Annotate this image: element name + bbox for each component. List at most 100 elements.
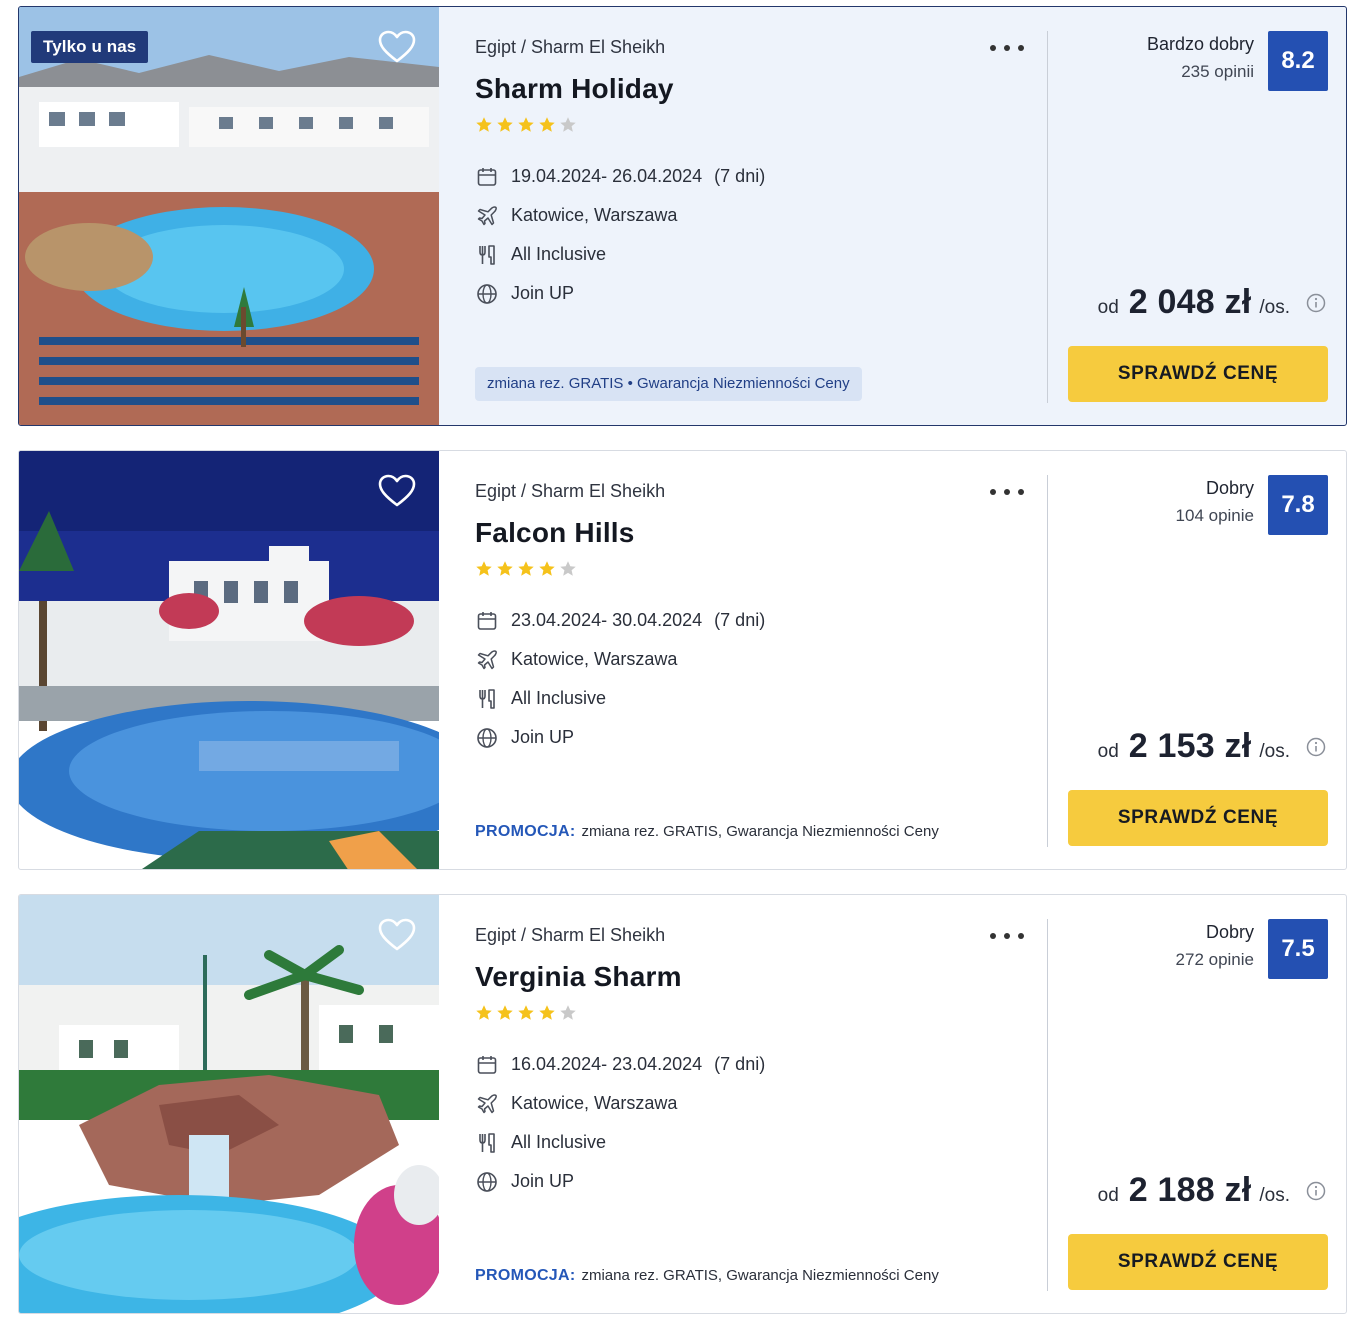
globe-icon [477, 1171, 497, 1192]
offer-duration: (7 dni) [714, 1054, 766, 1074]
promo-label: PROMOCJA: [475, 823, 576, 840]
check-price-button[interactable]: SPRAWDŹ CENĘ [1068, 790, 1328, 846]
rating-score: 7.5 [1268, 919, 1328, 979]
offer-card[interactable]: Tylko u nas Egipt / Sharm El Sheikh Shar… [18, 6, 1347, 426]
info-circle-icon[interactable] [1306, 293, 1326, 313]
offer-card[interactable]: Egipt / Sharm El Sheikh Falcon Hills 23.… [18, 450, 1347, 870]
hotel-stars [475, 560, 577, 578]
hotel-stars [475, 1004, 577, 1022]
price-unit: /os. [1259, 741, 1290, 762]
operator-row: Join UP [475, 274, 765, 313]
dates-row: 19.04.2024- 26.04.2024 (7 dni) [475, 157, 765, 196]
star-icon [518, 561, 534, 576]
check-price-button[interactable]: SPRAWDŹ CENĘ [1068, 1234, 1328, 1290]
promo-text: zmiana rez. GRATIS, Gwarancja Niezmienno… [581, 1267, 939, 1284]
price-prefix: od [1097, 741, 1119, 762]
hotel-stars [475, 116, 577, 134]
rating-score: 7.8 [1268, 475, 1328, 535]
price-amount: 2 048 zł [1128, 283, 1252, 321]
rating-score: 8.2 [1268, 31, 1328, 91]
globe-icon [477, 283, 497, 304]
star-icon [560, 561, 576, 576]
check-price-button[interactable]: SPRAWDŹ CENĘ [1068, 346, 1328, 402]
operator-row: Join UP [475, 718, 765, 757]
offer-tags: zmiana rez. GRATIS • Gwarancja Niezmienn… [475, 367, 862, 401]
offer-dates: 19.04.2024- 26.04.2024 [511, 166, 703, 186]
hotel-photo-image [19, 895, 439, 1313]
star-icon [497, 117, 513, 132]
divider [1047, 475, 1048, 847]
offer-board: All Inclusive [511, 1132, 607, 1152]
offer-details: 19.04.2024- 26.04.2024 (7 dni) Katowice,… [475, 157, 765, 313]
offer-card[interactable]: Egipt / Sharm El Sheikh Verginia Sharm 1… [18, 894, 1347, 1314]
info-circle-icon[interactable] [1306, 737, 1326, 757]
promo-label: PROMOCJA: [475, 1267, 576, 1284]
departure-row: Katowice, Warszawa [475, 1084, 765, 1123]
info-circle-icon[interactable] [1306, 1181, 1326, 1201]
plane-icon [477, 205, 497, 225]
offer-dates: 23.04.2024- 30.04.2024 [511, 610, 703, 630]
offer-operator: Join UP [511, 727, 575, 747]
offer-departure: Katowice, Warszawa [511, 649, 678, 669]
exclusive-badge: Tylko u nas [31, 31, 149, 63]
price: od 2 048 zł /os. [1098, 283, 1326, 322]
hotel-photo[interactable] [19, 451, 439, 869]
price-amount: 2 153 zł [1128, 727, 1252, 765]
star-icon [518, 1005, 534, 1020]
star-icon [476, 1005, 492, 1020]
star-icon [518, 117, 534, 132]
cutlery-icon [479, 244, 495, 265]
calendar-icon [477, 1055, 497, 1074]
more-horizontal-icon[interactable] [990, 481, 1024, 501]
offer-operator: Join UP [511, 1171, 575, 1191]
globe-icon [477, 727, 497, 748]
star-icon [539, 561, 555, 576]
offer-info: Egipt / Sharm El Sheikh Falcon Hills 23.… [475, 451, 1055, 869]
offer-dates: 16.04.2024- 23.04.2024 [511, 1054, 703, 1074]
rating-label: Dobry [1205, 922, 1254, 942]
offer-info: Egipt / Sharm El Sheikh Verginia Sharm 1… [475, 895, 1055, 1313]
departure-row: Katowice, Warszawa [475, 640, 765, 679]
price-unit: /os. [1259, 297, 1290, 318]
offer-location[interactable]: Egipt / Sharm El Sheikh [475, 925, 665, 946]
more-horizontal-icon[interactable] [990, 37, 1024, 57]
heart-outline-icon[interactable] [377, 473, 417, 509]
hotel-name[interactable]: Verginia Sharm [475, 961, 682, 993]
offer-details: 23.04.2024- 30.04.2024 (7 dni) Katowice,… [475, 601, 765, 757]
cutlery-icon [479, 1132, 495, 1153]
rating-label: Dobry [1205, 478, 1254, 498]
operator-row: Join UP [475, 1162, 765, 1201]
calendar-icon [477, 611, 497, 630]
dates-row: 23.04.2024- 30.04.2024 (7 dni) [475, 601, 765, 640]
promo-line: PROMOCJA: zmiana rez. GRATIS, Gwarancja N… [475, 1267, 939, 1285]
heart-outline-icon[interactable] [377, 917, 417, 953]
divider [1047, 31, 1048, 403]
star-icon [476, 561, 492, 576]
more-horizontal-icon[interactable] [990, 925, 1024, 945]
star-icon [539, 117, 555, 132]
price-prefix: od [1097, 297, 1119, 318]
offer-departure: Katowice, Warszawa [511, 1093, 678, 1113]
offer-info: Egipt / Sharm El Sheikh Sharm Holiday 19… [475, 7, 1055, 425]
offer-duration: (7 dni) [714, 166, 766, 186]
heart-outline-icon[interactable] [377, 29, 417, 65]
offer-departure: Katowice, Warszawa [511, 205, 678, 225]
board-row: All Inclusive [475, 235, 765, 274]
hotel-photo[interactable] [19, 895, 439, 1313]
offer-location[interactable]: Egipt / Sharm El Sheikh [475, 481, 665, 502]
divider [1047, 919, 1048, 1291]
price-unit: /os. [1259, 1185, 1290, 1206]
plane-icon [477, 649, 497, 669]
hotel-photo[interactable]: Tylko u nas [19, 7, 439, 425]
hotel-photo-image [19, 7, 439, 425]
rating-count[interactable]: 272 opinie [1176, 950, 1254, 970]
board-row: All Inclusive [475, 1123, 765, 1162]
rating-count[interactable]: 104 opinie [1176, 506, 1254, 526]
star-icon [539, 1005, 555, 1020]
offer-board: All Inclusive [511, 688, 607, 708]
hotel-name[interactable]: Sharm Holiday [475, 73, 674, 105]
rating-count[interactable]: 235 opinii [1181, 62, 1254, 82]
offer-location[interactable]: Egipt / Sharm El Sheikh [475, 37, 665, 58]
offer-duration: (7 dni) [714, 610, 766, 630]
hotel-name[interactable]: Falcon Hills [475, 517, 635, 549]
